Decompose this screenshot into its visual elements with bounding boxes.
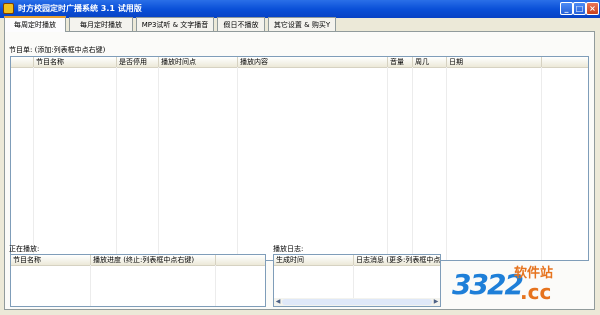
grid-line [215,265,216,306]
grid-line [116,67,117,260]
window-title: 时方校园定时广播系统 3.1 试用版 [18,4,142,13]
watermark-domain: .cc [520,280,552,304]
scroll-left-icon[interactable]: ◀ [274,298,282,306]
grid-line [90,265,91,306]
grid-line [412,67,413,260]
column-header-weekday[interactable]: 周几 [413,57,447,67]
tab-other-settings[interactable]: 其它设置 & 购买Y [268,17,336,31]
watermark-logo: 3322 软件站 .cc [452,260,592,308]
program-list-header: 节目名称 是否停用 播放时间点 播放内容 音量 周几 日期 [11,57,588,68]
column-header-time[interactable]: 生成时间 [274,255,354,265]
program-list[interactable]: 节目名称 是否停用 播放时间点 播放内容 音量 周几 日期 [10,56,589,261]
column-header-volume[interactable]: 音量 [388,57,413,67]
column-header-disabled[interactable]: 是否停用 [117,57,159,67]
tab-weekly[interactable]: 每周定时播放 [4,16,66,32]
watermark-site-name: 软件站 [514,266,554,281]
now-playing-header: 节目名称 播放进度 (终止:列表框中点右键) [11,255,265,266]
column-header-progress[interactable]: 播放进度 (终止:列表框中点右键) [91,255,216,265]
minimize-button[interactable]: _ [560,2,573,15]
grid-line [33,67,34,260]
grid-line [158,67,159,260]
column-header-date[interactable]: 日期 [447,57,542,67]
now-playing-label: 正在播放: [9,245,40,253]
grid-line [237,67,238,260]
horizontal-scrollbar[interactable]: ◀ ▶ [274,298,440,306]
column-header-name[interactable]: 节目名称 [34,57,117,67]
program-list-label: 节目单: (添加:列表框中点右键) [9,46,106,54]
grid-line [446,67,447,260]
tab-monthly[interactable]: 每月定时播放 [69,17,133,31]
tab-mp3-preview[interactable]: MP3试听 & 文字播音 [136,17,214,31]
watermark-number: 3322 [452,268,524,301]
column-header-time[interactable]: 播放时间点 [159,57,238,67]
tab-holidays[interactable]: 假日不播放 [217,17,265,31]
column-header-message[interactable]: 日志消息 (更多:列表框中点右键) [354,255,440,265]
grid-line [541,67,542,260]
app-icon [3,3,14,14]
play-log-label: 播放日志: [273,245,304,253]
scroll-right-icon[interactable]: ▶ [432,298,440,306]
column-header-name[interactable]: 节目名称 [11,255,91,265]
column-header-icon[interactable] [11,57,34,67]
play-log-list[interactable]: 生成时间 日志消息 (更多:列表框中点右键) ◀ ▶ [273,254,441,307]
grid-line [387,67,388,260]
scrollbar-thumb[interactable] [282,299,432,305]
column-header-content[interactable]: 播放内容 [238,57,388,67]
maximize-button[interactable]: □ [573,2,586,15]
title-bar[interactable]: 时方校园定时广播系统 3.1 试用版 _ □ × [0,0,600,18]
play-log-header: 生成时间 日志消息 (更多:列表框中点右键) [274,255,440,266]
close-button[interactable]: × [586,2,599,15]
now-playing-list[interactable]: 节目名称 播放进度 (终止:列表框中点右键) [10,254,266,307]
